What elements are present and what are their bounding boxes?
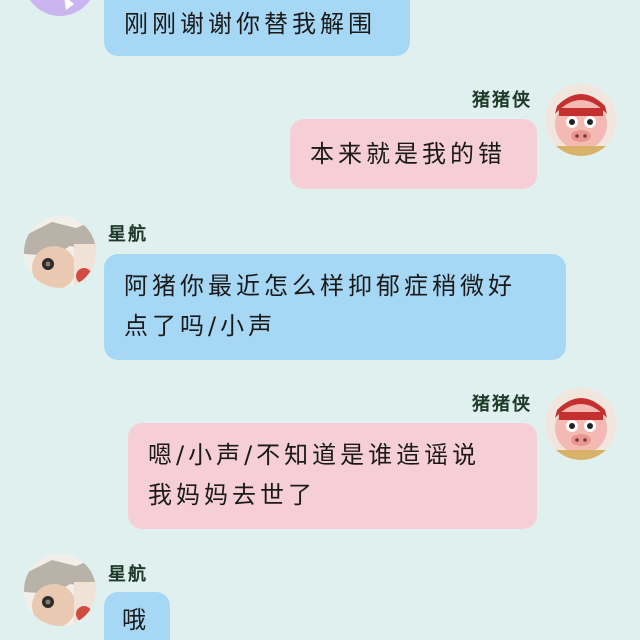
message-bubble-right[interactable]: 嗯/小声/不知道是谁造谣说 我妈妈去世了 xyxy=(128,423,537,529)
avatar-partial-top[interactable] xyxy=(24,0,96,16)
avatar-pig-hero[interactable] xyxy=(545,84,617,156)
message-text-line: 点了吗/小声 xyxy=(124,312,277,340)
message-text-line: 我妈妈去世了 xyxy=(148,481,316,509)
xinghang-avatar-icon xyxy=(24,554,96,626)
message-text-line: 嗯/小声/不知道是谁造谣说 xyxy=(148,441,481,469)
message-bubble-left[interactable]: 阿猪你最近怎么样抑郁症稍微好 点了吗/小声 xyxy=(104,254,566,360)
pig-hero-avatar-icon xyxy=(545,388,617,460)
avatar-xinghang[interactable] xyxy=(24,216,96,288)
message-text-line: 阿猪你最近怎么样抑郁症稍微好 xyxy=(124,272,516,300)
message-bubble-left[interactable]: 哦 xyxy=(104,592,170,640)
avatar-pig-hero[interactable] xyxy=(545,388,617,460)
message-text: 刚刚谢谢你替我解围 xyxy=(124,10,376,38)
message-text: 哦 xyxy=(122,606,150,634)
sender-name: 星航 xyxy=(108,224,148,245)
message-bubble-right[interactable]: 本来就是我的错 xyxy=(290,119,537,189)
message-bubble-left[interactable]: 刚刚谢谢你替我解围 xyxy=(104,0,410,56)
xinghang-avatar-icon xyxy=(24,216,96,288)
pig-hero-avatar-icon xyxy=(545,84,617,156)
avatar-xinghang[interactable] xyxy=(24,554,96,626)
sender-name: 猪猪侠 xyxy=(472,90,532,111)
chat-view: 刚刚谢谢你替我解围 猪猪侠 本来就是我的错 星航 阿猪你最近怎么样抑郁症稍微好 … xyxy=(0,0,640,640)
message-text: 本来就是我的错 xyxy=(310,140,506,168)
sender-name: 猪猪侠 xyxy=(472,394,532,415)
sender-name: 星航 xyxy=(108,564,148,585)
purple-avatar-icon xyxy=(30,0,90,16)
